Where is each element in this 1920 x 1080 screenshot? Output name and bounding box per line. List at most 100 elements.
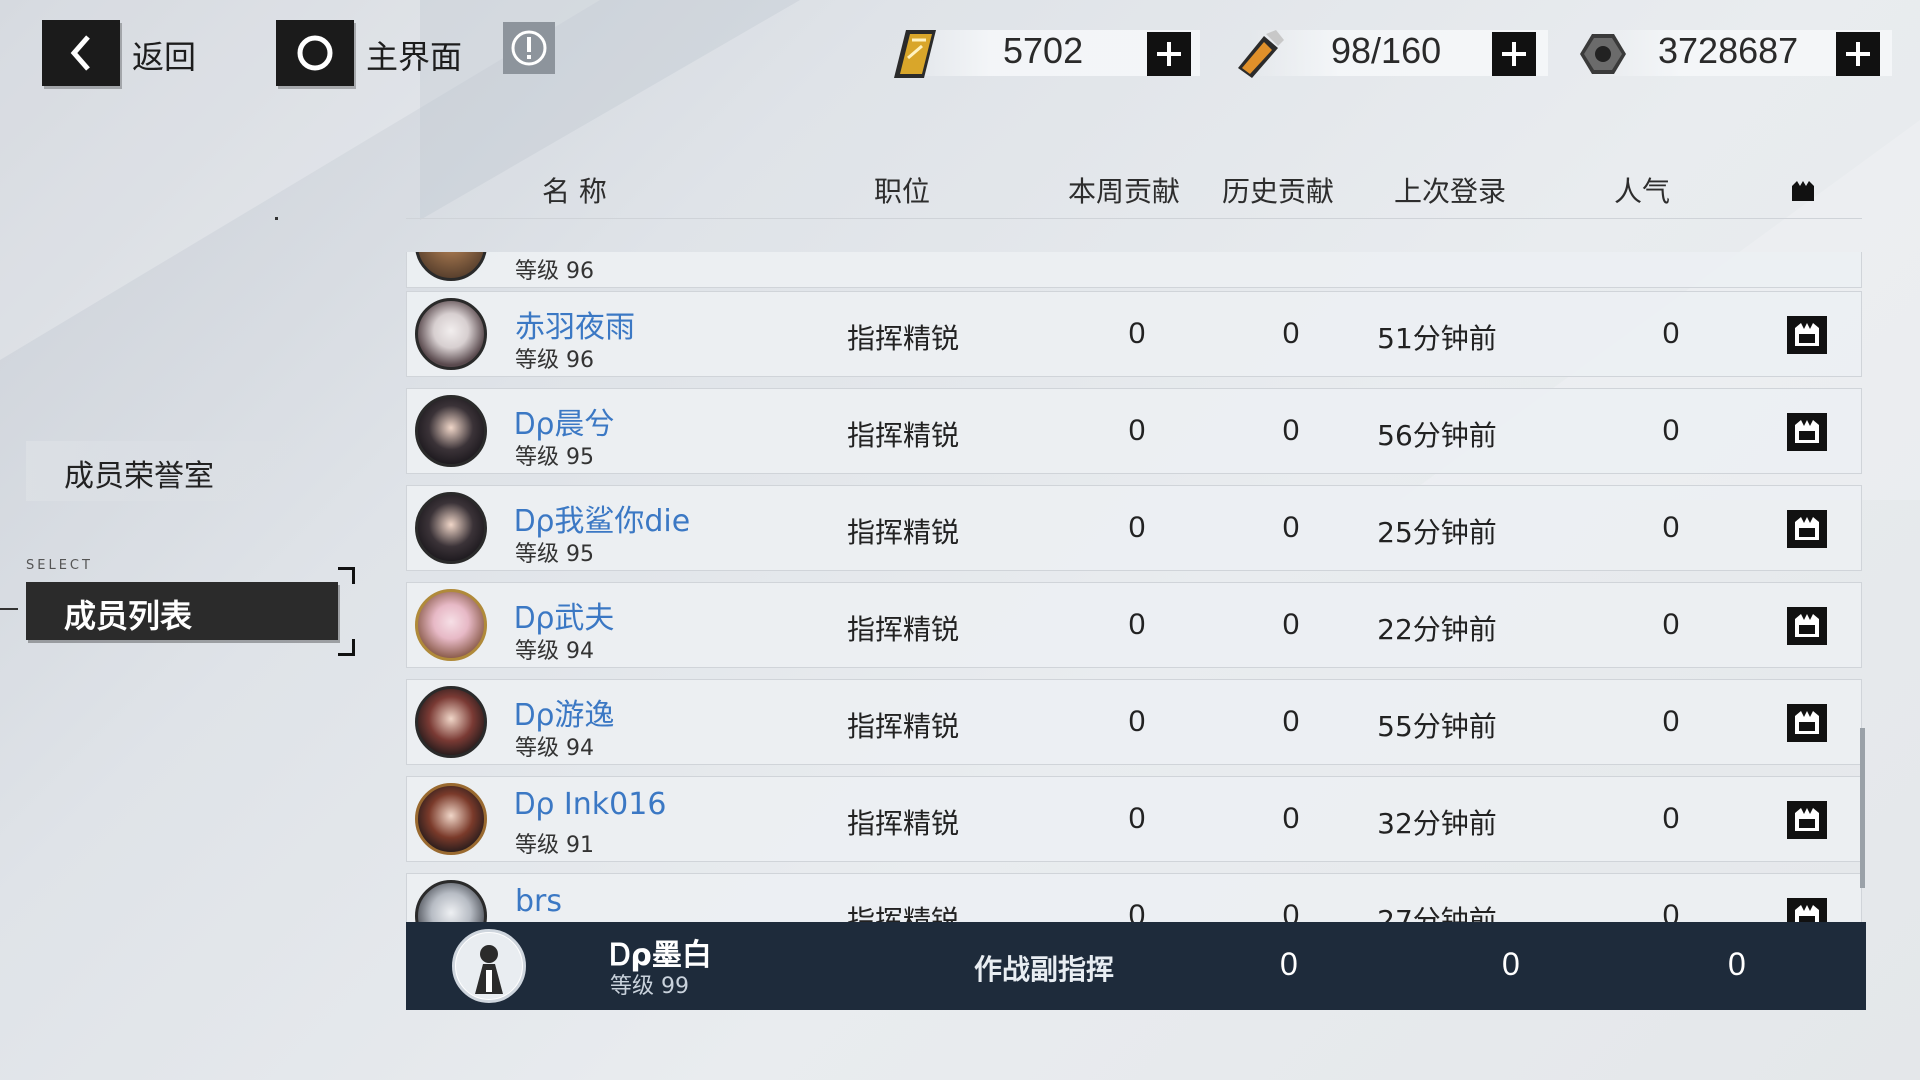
member-name[interactable]: Ꭰρ Ink016	[515, 787, 666, 822]
add-resource-button[interactable]	[1492, 32, 1536, 76]
back-button[interactable]	[42, 20, 120, 86]
add-resource-button[interactable]	[1147, 32, 1191, 76]
resource-value: 3728687	[1658, 30, 1799, 71]
plus-icon	[1157, 42, 1181, 66]
header-position[interactable]: 职位	[874, 170, 930, 210]
popularity: 0	[1662, 317, 1680, 350]
header-divider	[406, 218, 1862, 219]
selection-marker	[0, 608, 18, 610]
resource-value: 98/160	[1331, 30, 1442, 71]
select-tag: SELECT	[26, 558, 93, 573]
header-history-contribution[interactable]: 历史贡献	[1222, 170, 1334, 210]
history-contribution: 0	[1282, 317, 1300, 350]
selection-bracket	[338, 639, 355, 656]
crown-icon	[1795, 905, 1819, 922]
menu-member-list[interactable]: 成员列表	[26, 582, 338, 640]
info-icon	[511, 30, 547, 66]
kick-button[interactable]	[1787, 316, 1827, 354]
table-row[interactable]: Ꭰρ Ink016 等级 91 指挥精锐 0 0 32分钟前 0	[406, 776, 1862, 862]
info-button[interactable]	[503, 22, 555, 74]
popularity: 0	[1662, 899, 1680, 922]
add-resource-button[interactable]	[1836, 32, 1880, 76]
member-position: 指挥精锐	[847, 322, 960, 355]
self-history-contribution: 0	[1502, 946, 1520, 982]
table-row[interactable]: Ꭰρ武夫 等级 94 指挥精锐 0 0 22分钟前 0	[406, 582, 1862, 668]
member-level: 等级 94	[515, 639, 594, 664]
crown-icon	[1795, 323, 1819, 346]
last-login: 27分钟前	[1377, 904, 1497, 922]
avatar[interactable]	[415, 686, 487, 758]
battery-icon	[1238, 30, 1284, 78]
member-name[interactable]: Ꭰρ游逸	[515, 690, 614, 734]
last-login: 32分钟前	[1377, 807, 1497, 840]
last-login: 55分钟前	[1377, 710, 1497, 743]
kick-button[interactable]	[1787, 801, 1827, 839]
member-name[interactable]: Ꭰρ武夫	[515, 593, 614, 637]
avatar[interactable]	[415, 880, 487, 922]
member-position: 指挥精锐	[847, 710, 960, 743]
table-row[interactable]: Ꭰρ游逸 等级 94 指挥精锐 0 0 55分钟前 0	[406, 679, 1862, 765]
home-button[interactable]	[276, 20, 354, 86]
avatar[interactable]	[415, 492, 487, 564]
popularity: 0	[1662, 511, 1680, 544]
member-level: 等级 91	[515, 833, 594, 858]
self-weekly-contribution: 0	[1280, 946, 1298, 982]
kick-header-icon[interactable]	[1791, 180, 1815, 202]
header-weekly-contribution[interactable]: 本周贡献	[1068, 170, 1180, 210]
table-row[interactable]: Ꭰρ我鲨你die 等级 95 指挥精锐 0 0 25分钟前 0	[406, 485, 1862, 571]
history-contribution: 0	[1282, 414, 1300, 447]
weekly-contribution: 0	[1128, 511, 1146, 544]
menu-label: 成员荣誉室	[64, 459, 214, 494]
menu-label: 成员列表	[64, 597, 193, 635]
kick-button[interactable]	[1787, 413, 1827, 451]
header-popularity[interactable]: 人气	[1614, 170, 1670, 210]
member-name[interactable]: 赤羽夜雨	[515, 302, 635, 346]
member-position: 指挥精锐	[847, 904, 960, 922]
menu-member-honor-room[interactable]: 成员荣誉室	[26, 441, 326, 501]
popularity: 0	[1662, 414, 1680, 447]
back-label: 返回	[132, 38, 197, 76]
member-level: 等级 96	[515, 348, 594, 373]
table-row[interactable]: brs 指挥精锐 0 0 27分钟前 0	[406, 873, 1862, 922]
header-name[interactable]: 名 称	[542, 170, 607, 210]
member-level: 等级 95	[515, 542, 594, 567]
header-last-login[interactable]: 上次登录	[1394, 170, 1506, 210]
avatar[interactable]	[415, 252, 487, 281]
kick-button[interactable]	[1787, 898, 1827, 922]
plus-icon	[1502, 42, 1526, 66]
member-level: 等级 94	[515, 736, 594, 761]
member-name[interactable]: Ꭰρ我鲨你die	[515, 496, 690, 540]
avatar[interactable]	[415, 298, 487, 370]
home-label: 主界面	[366, 38, 463, 76]
table-row[interactable]: Ꭰρ晨兮 等级 95 指挥精锐 0 0 56分钟前 0	[406, 388, 1862, 474]
self-position: 作战副指挥	[974, 953, 1115, 986]
kick-button[interactable]	[1787, 704, 1827, 742]
chevron-left-icon	[70, 35, 90, 71]
selection-bracket	[338, 567, 355, 584]
table-row[interactable]: 等级 96	[406, 252, 1862, 288]
weekly-contribution: 0	[1128, 414, 1146, 447]
last-login: 25分钟前	[1377, 516, 1497, 549]
member-position: 指挥精锐	[847, 807, 960, 840]
member-name[interactable]: Ꭰρ晨兮	[515, 399, 614, 443]
member-position: 指挥精锐	[847, 516, 960, 549]
kick-button[interactable]	[1787, 510, 1827, 548]
self-popularity: 0	[1728, 946, 1746, 982]
member-name[interactable]: brs	[515, 884, 562, 919]
avatar[interactable]	[452, 929, 526, 1003]
weekly-contribution: 0	[1128, 802, 1146, 835]
resource-value: 5702	[1003, 30, 1084, 71]
table-row[interactable]: 赤羽夜雨 等级 96 指挥精锐 0 0 51分钟前 0	[406, 291, 1862, 377]
member-list[interactable]: 等级 96 赤羽夜雨 等级 96 指挥精锐 0 0 51分钟前 0 Ꭰρ晨兮 等…	[406, 252, 1862, 922]
weekly-contribution: 0	[1128, 608, 1146, 641]
crown-icon	[1795, 420, 1819, 443]
avatar[interactable]	[415, 783, 487, 855]
weekly-contribution: 0	[1128, 899, 1146, 922]
avatar[interactable]	[415, 395, 487, 467]
history-contribution: 0	[1282, 511, 1300, 544]
scrollbar[interactable]	[1860, 728, 1865, 888]
plus-icon	[1846, 42, 1870, 66]
crown-icon	[1795, 808, 1819, 831]
avatar[interactable]	[415, 589, 487, 661]
kick-button[interactable]	[1787, 607, 1827, 645]
